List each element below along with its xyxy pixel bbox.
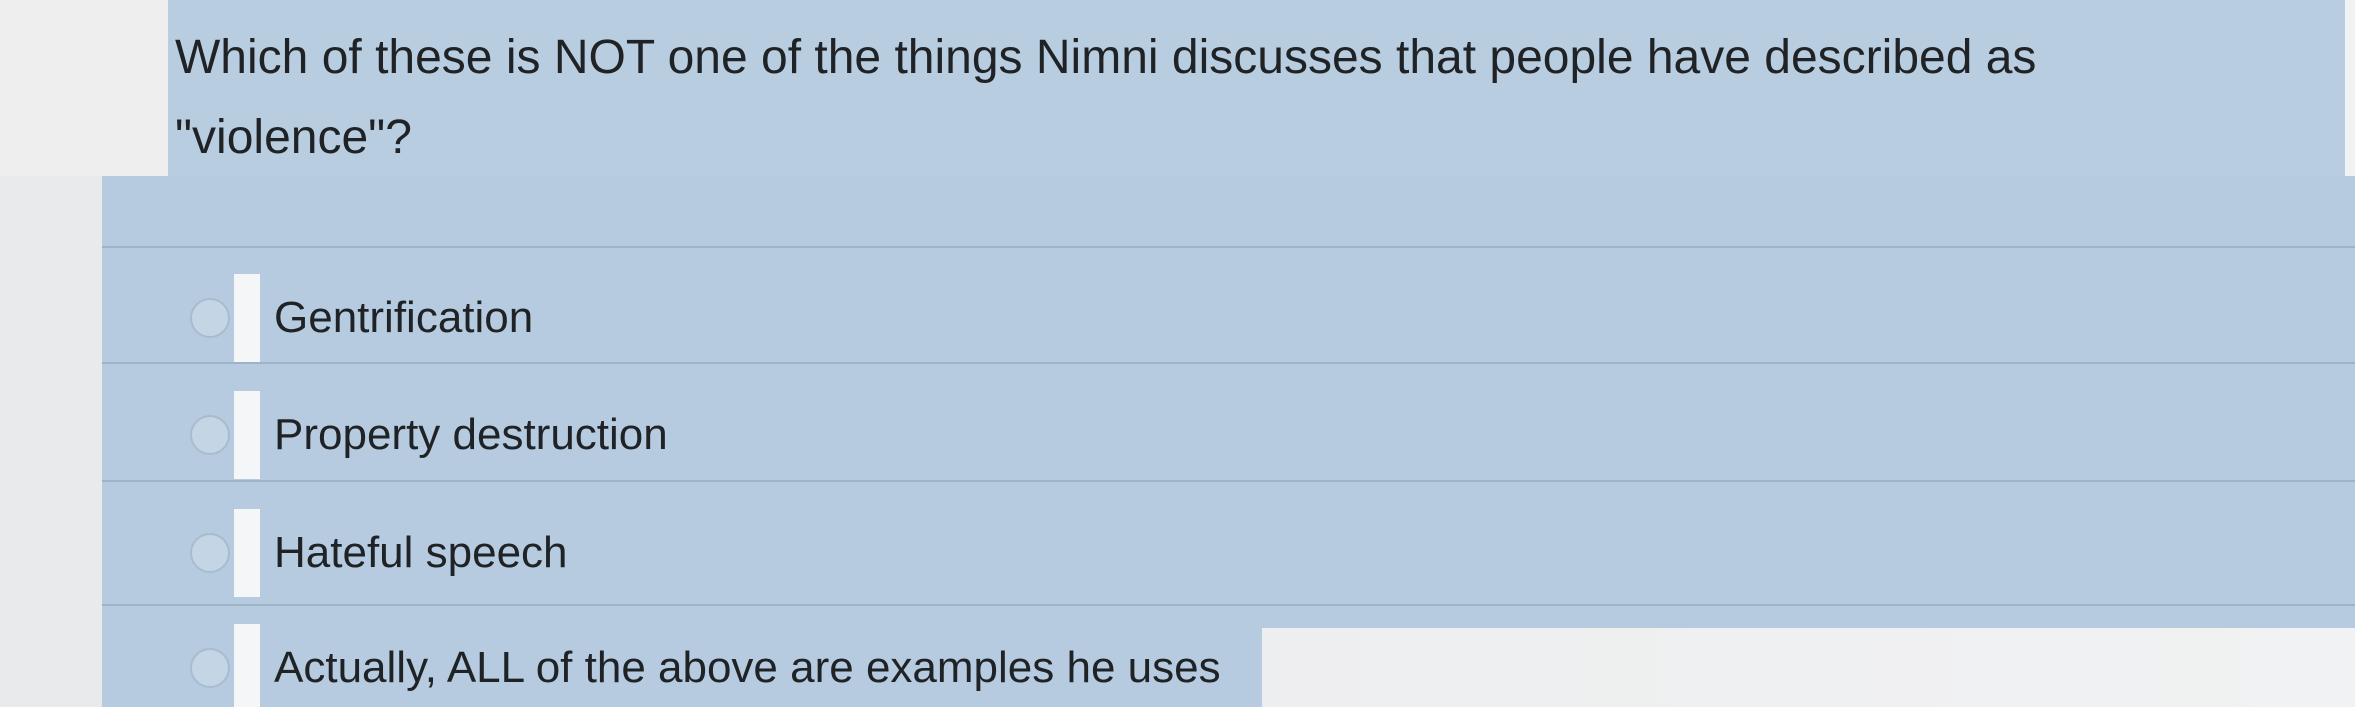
option-label: Gentrification (274, 293, 534, 342)
option-label: Actually, ALL of the above are examples … (274, 643, 1221, 692)
radio-button[interactable] (190, 415, 230, 455)
divider (102, 246, 2355, 248)
radio-button[interactable] (190, 298, 230, 338)
answer-option-gentrification[interactable]: Gentrification (190, 268, 533, 368)
answer-option-all-of-the-above[interactable]: Actually, ALL of the above are examples … (190, 618, 1221, 707)
left-margin (0, 0, 168, 176)
divider (102, 604, 2355, 606)
option-label: Hateful speech (274, 528, 568, 577)
option-marker (234, 624, 260, 707)
option-marker (234, 391, 260, 479)
quiz-page: Which of these is NOT one of the things … (0, 0, 2355, 707)
radio-button[interactable] (190, 648, 230, 688)
option-label: Property destruction (274, 410, 668, 459)
option-marker (234, 509, 260, 597)
option-marker (234, 274, 260, 362)
answer-option-hateful-speech[interactable]: Hateful speech (190, 503, 568, 603)
question-text: Which of these is NOT one of the things … (175, 31, 2037, 164)
answer-option-property-destruction[interactable]: Property destruction (190, 385, 668, 485)
radio-button[interactable] (190, 533, 230, 573)
